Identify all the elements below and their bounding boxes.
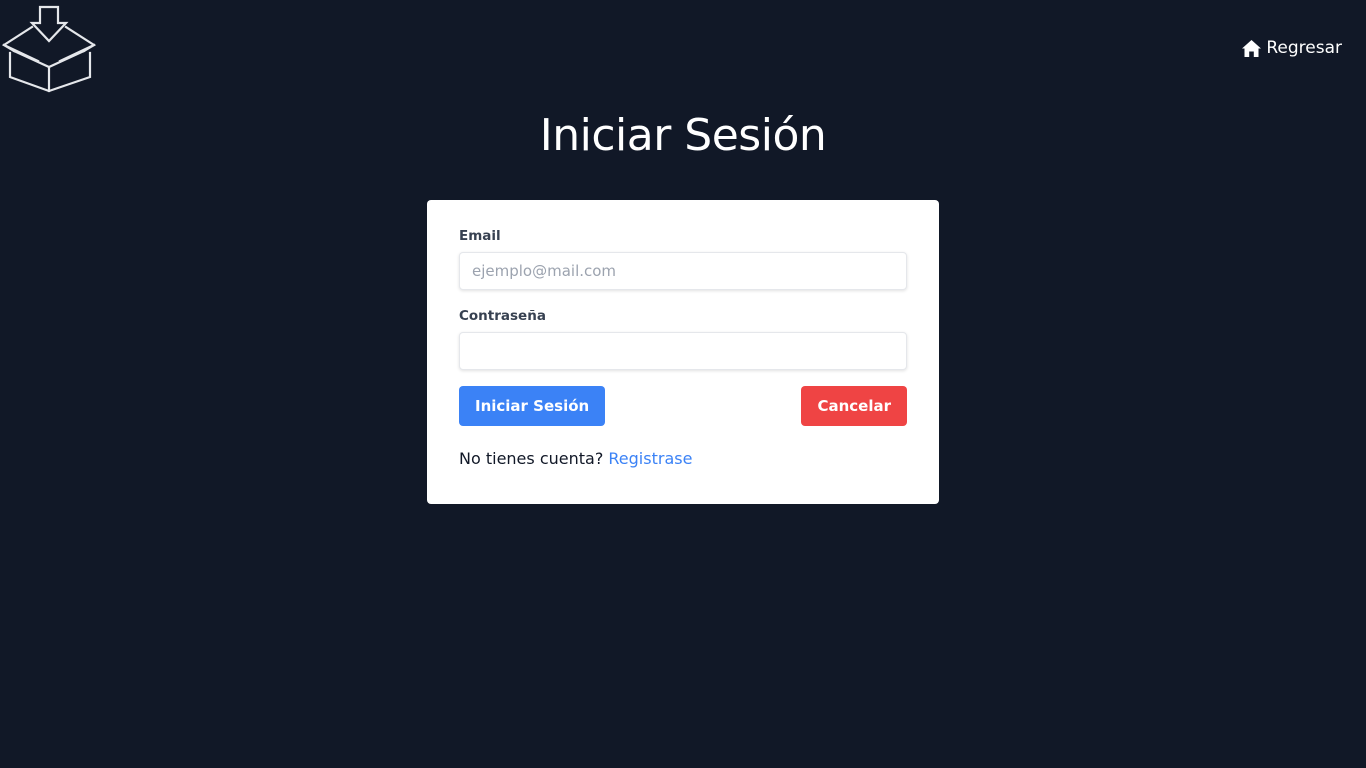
password-field-group: Contraseña [459, 308, 907, 370]
login-page: Regresar Iniciar Sesión Email Contraseña… [0, 0, 1366, 768]
cancel-button[interactable]: Cancelar [801, 386, 907, 426]
email-input[interactable] [459, 252, 907, 290]
home-icon [1241, 39, 1262, 58]
login-button[interactable]: Iniciar Sesión [459, 386, 606, 426]
register-prompt: No tienes cuenta? Registrase [459, 449, 907, 468]
login-card: Email Contraseña Iniciar Sesión Cancelar… [427, 200, 939, 504]
box-download-icon [1, 5, 97, 93]
password-input[interactable] [459, 332, 907, 370]
email-field-group: Email [459, 228, 907, 290]
no-account-text: No tienes cuenta? [459, 449, 604, 468]
email-label: Email [459, 228, 501, 244]
register-link[interactable]: Registrase [608, 449, 692, 468]
form-actions: Iniciar Sesión Cancelar [459, 386, 907, 426]
page-title: Iniciar Sesión [539, 110, 827, 161]
password-label: Contraseña [459, 308, 546, 324]
home-link-label: Regresar [1266, 38, 1342, 58]
home-link[interactable]: Regresar [1241, 38, 1342, 58]
